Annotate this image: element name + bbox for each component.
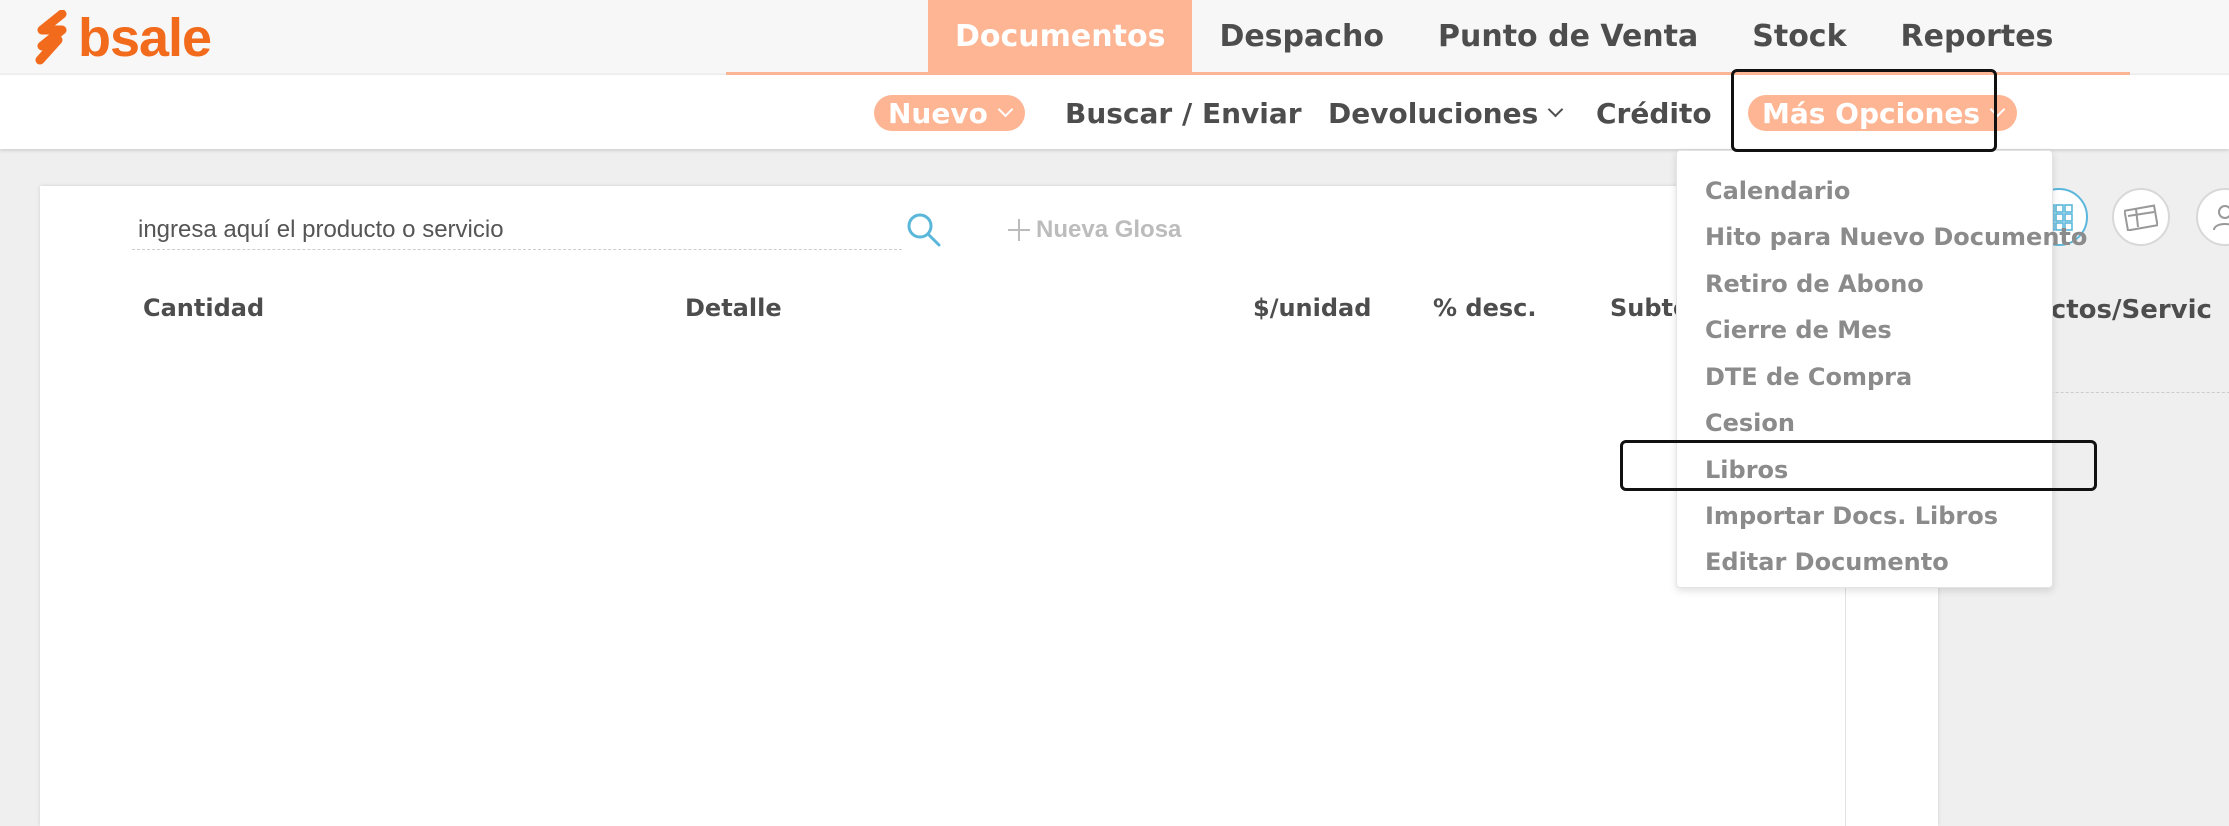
- user-icon: [2213, 205, 2229, 231]
- nueva-glosa-label: Nueva Glosa: [1036, 216, 1182, 243]
- tab-stock[interactable]: Stock: [1725, 0, 1873, 73]
- tab-punto-de-venta[interactable]: Punto de Venta: [1411, 0, 1725, 73]
- menu-item-dte-de-compra[interactable]: DTE de Compra: [1705, 363, 1912, 391]
- menu-item-calendario[interactable]: Calendario: [1705, 177, 1850, 205]
- highlight-mas-opciones: [1731, 69, 1997, 152]
- credito-link[interactable]: Crédito: [1596, 95, 1712, 131]
- highlight-libros: [1620, 440, 2097, 491]
- menu-item-cierre-de-mes[interactable]: Cierre de Mes: [1705, 316, 1892, 344]
- nueva-glosa-button[interactable]: Nueva Glosa: [1008, 216, 1181, 244]
- mas-opciones-dropdown: Calendario Hito para Nuevo Documento Ret…: [1676, 150, 2087, 588]
- menu-item-hito-nuevo-documento[interactable]: Hito para Nuevo Documento: [1705, 223, 2087, 251]
- product-search-input[interactable]: [132, 210, 902, 250]
- tab-despacho[interactable]: Despacho: [1192, 0, 1411, 73]
- column-header-descuento: % desc.: [1433, 294, 1537, 322]
- bsale-logo[interactable]: bsale: [32, 8, 212, 68]
- nuevo-menu-button[interactable]: Nuevo: [874, 95, 1025, 131]
- menu-item-retiro-de-abono[interactable]: Retiro de Abono: [1705, 270, 1924, 298]
- buscar-enviar-link[interactable]: Buscar / Enviar: [1065, 95, 1302, 131]
- gift-card-icon: [2124, 204, 2158, 231]
- bsale-logo-icon: [35, 10, 67, 65]
- customer-button[interactable]: [2196, 188, 2229, 246]
- plus-icon: [1008, 219, 1030, 241]
- menu-item-editar-documento[interactable]: Editar Documento: [1705, 548, 1949, 576]
- column-header-cantidad: Cantidad: [143, 294, 265, 322]
- tab-documentos[interactable]: Documentos: [928, 0, 1193, 73]
- menu-item-importar-docs-libros[interactable]: Importar Docs. Libros: [1705, 502, 1998, 530]
- brand-name: bsale: [78, 8, 212, 68]
- devoluciones-menu-button[interactable]: Devoluciones: [1328, 95, 1564, 131]
- tab-reportes[interactable]: Reportes: [1874, 0, 2081, 73]
- gift-card-button[interactable]: [2112, 188, 2170, 246]
- chevron-down-icon: [1548, 101, 1564, 117]
- column-header-detalle: Detalle: [685, 294, 782, 322]
- column-header-unidad: $/unidad: [1253, 294, 1372, 322]
- top-bar: bsale Documentos Despacho Punto de Venta…: [0, 0, 2229, 73]
- devoluciones-label: Devoluciones: [1328, 96, 1539, 130]
- main-nav: Documentos Despacho Punto de Venta Stock…: [928, 0, 2080, 73]
- menu-item-cesion[interactable]: Cesion: [1705, 409, 1795, 437]
- nuevo-label: Nuevo: [888, 96, 988, 130]
- search-icon[interactable]: [904, 210, 944, 250]
- document-card: Nueva Glosa Cantidad Detalle $/unidad % …: [40, 186, 1938, 826]
- chevron-down-icon: [997, 101, 1014, 117]
